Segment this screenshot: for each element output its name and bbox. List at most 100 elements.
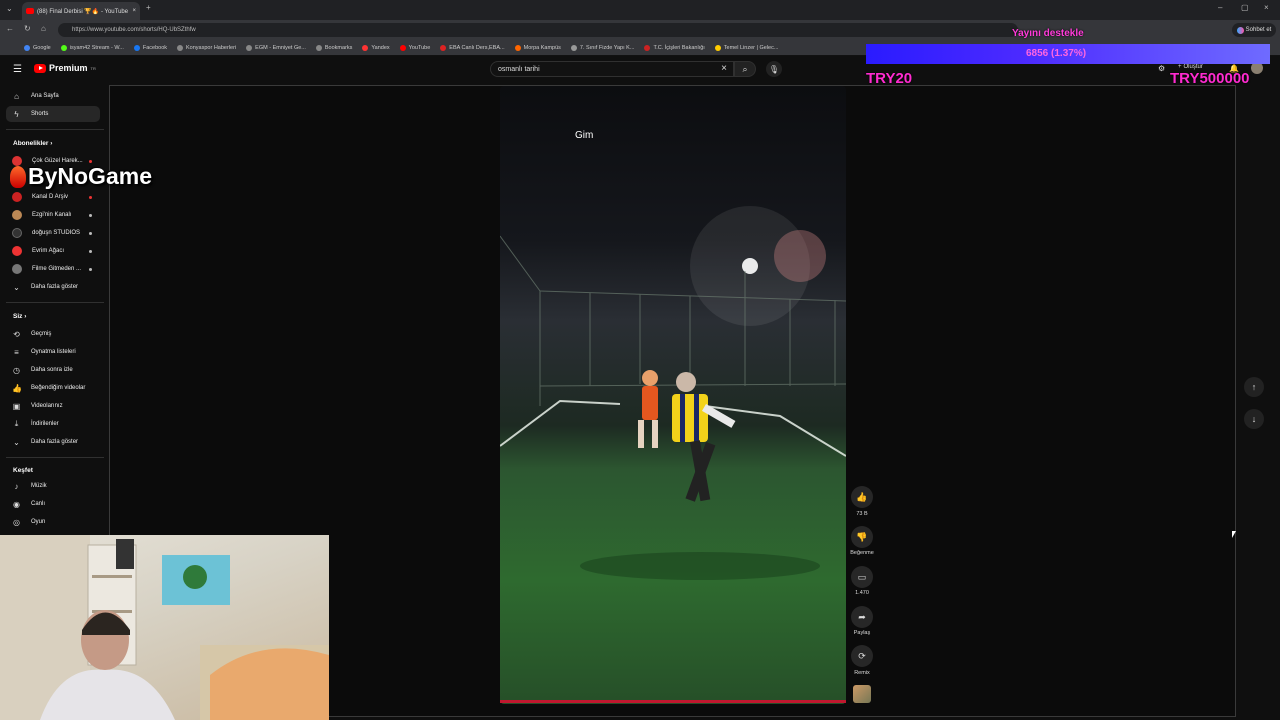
- sidebar-item-watch-later[interactable]: ◷ Daha sonra izle: [6, 362, 100, 378]
- clear-search-icon[interactable]: ×: [721, 63, 727, 74]
- subscription-item[interactable]: Evrim Ağacı: [6, 243, 100, 259]
- home-browser-icon[interactable]: ⌂: [41, 24, 46, 33]
- subscription-item[interactable]: Filme Gitmeden ...: [6, 261, 100, 277]
- video-progress-bar[interactable]: [500, 700, 846, 703]
- bookmark-item[interactable]: isyam42 Stream - W...: [60, 44, 124, 51]
- bookmark-item[interactable]: T.C. İçişleri Bakanlığı: [644, 44, 705, 51]
- bookmark-item[interactable]: 7. Sınıf Fizde Yapı K...: [570, 44, 634, 51]
- microphone-icon: 🎙: [768, 64, 780, 74]
- comment-count: 1.470: [855, 590, 869, 596]
- chevron-down-icon: ⌄: [13, 437, 20, 447]
- settings-icon[interactable]: ⚙: [1158, 64, 1165, 73]
- bookmark-item[interactable]: YouTube: [399, 44, 430, 51]
- bookmark-item[interactable]: Konyaspor Haberleri: [177, 44, 236, 51]
- like-count: 73 B: [856, 511, 868, 517]
- search-input[interactable]: osmanlı tarihi ×: [490, 61, 734, 77]
- sidebar-item-your-videos[interactable]: ▣ Videolarınız: [6, 398, 100, 414]
- explore-header: Keşfet: [13, 467, 33, 474]
- webcam-scene: [0, 535, 329, 720]
- country-badge: TR: [90, 65, 96, 71]
- sidebar-item-live[interactable]: ◉ Canlı: [6, 496, 100, 512]
- folder-icon: [315, 44, 322, 51]
- chat-button[interactable]: Sohbet et: [1232, 23, 1276, 37]
- subscription-item[interactable]: doğuşn STUDIOS: [6, 225, 100, 241]
- remix-icon: ⟳: [858, 650, 866, 661]
- show-more-you[interactable]: ⌄ Daha fazla göster: [6, 434, 100, 450]
- maximize-icon[interactable]: ▢: [1241, 3, 1249, 12]
- close-window-icon[interactable]: ×: [1264, 3, 1269, 12]
- new-content-dot: [89, 249, 92, 253]
- show-more-subscriptions[interactable]: ⌄ Daha fazla göster: [6, 279, 100, 295]
- sidebar-item-music[interactable]: ♪ Müzik: [6, 478, 100, 494]
- share-button[interactable]: ➦: [851, 606, 873, 628]
- short-video-player[interactable]: [500, 86, 846, 704]
- menu-icon[interactable]: ☰: [13, 64, 22, 75]
- player-yellow: [672, 372, 736, 502]
- globe-icon: [177, 44, 184, 51]
- sidebar-item-gaming[interactable]: ◎ Oyun: [6, 514, 100, 530]
- bookmark-item[interactable]: Yandex: [362, 44, 390, 51]
- next-short-button[interactable]: ↓: [1244, 409, 1264, 429]
- music-icon: ♪: [14, 481, 19, 491]
- channel-avatar: [12, 192, 22, 202]
- url-field[interactable]: https://www.youtube.com/shorts/HQ-UbSZth…: [58, 23, 1018, 37]
- dislike-button[interactable]: 👎: [851, 526, 873, 548]
- sidebar-item-shorts[interactable]: ϟ Shorts: [6, 106, 100, 122]
- new-tab-icon[interactable]: +: [146, 3, 151, 12]
- player-red: [638, 370, 658, 448]
- liked-videos-icon: 👍: [12, 383, 22, 393]
- mouse-cursor-icon: [1232, 531, 1236, 538]
- remix-button[interactable]: ⟳: [851, 645, 873, 667]
- tab-close-icon[interactable]: ×: [132, 8, 136, 14]
- back-icon[interactable]: ←: [6, 24, 14, 33]
- tab-search-icon[interactable]: ⌄: [6, 4, 13, 13]
- you-header[interactable]: Siz ›: [13, 313, 26, 320]
- share-label: Paylaş: [853, 630, 871, 636]
- bookmark-item[interactable]: Google: [24, 44, 51, 51]
- sidebar-item-playlists[interactable]: ≡ Oynatma listeleri: [6, 344, 100, 360]
- live-dot: [89, 195, 92, 199]
- sidebar-item-downloads[interactable]: ⤓ İndirilenler: [6, 416, 100, 432]
- short-caption: Gim: [575, 130, 594, 141]
- browser-tab[interactable]: (88) Final Derbisi 🏆🔥 - YouTube ×: [22, 2, 140, 20]
- watermark-text: ByNoGame: [28, 163, 152, 189]
- youtube-play-icon: [34, 63, 46, 73]
- subscription-item[interactable]: Kanal D Arşiv: [6, 189, 100, 205]
- sidebar-item-history[interactable]: ⟲ Geçmiş: [6, 326, 100, 342]
- globe-icon: [570, 44, 577, 51]
- new-content-dot: [89, 231, 92, 235]
- voice-search-button[interactable]: 🎙: [766, 61, 782, 77]
- sound-thumbnail[interactable]: [853, 685, 871, 703]
- football-scene: [500, 206, 846, 580]
- reload-icon[interactable]: ↻: [24, 24, 31, 33]
- subscription-item[interactable]: Ezgi'nin Kanalı: [6, 207, 100, 223]
- facebook-icon: [133, 44, 140, 51]
- bookmark-folder[interactable]: Bookmarks: [315, 44, 352, 51]
- bookmark-item[interactable]: Temel Linzer | Gelec...: [714, 44, 778, 51]
- comments-button[interactable]: ▭: [851, 566, 873, 588]
- previous-short-button[interactable]: ↑: [1244, 377, 1264, 397]
- divider: [6, 457, 104, 458]
- like-button[interactable]: 👍: [851, 486, 873, 508]
- channel-avatar: [12, 210, 22, 220]
- search-button[interactable]: ⌕: [734, 61, 756, 77]
- bookmark-item[interactable]: Facebook: [133, 44, 167, 51]
- bookmark-item[interactable]: EBA Canlı Ders,EBA...: [440, 44, 505, 51]
- donation-amount: 6856 (1.37%): [1026, 48, 1087, 59]
- shorts-icon: ϟ: [14, 109, 19, 119]
- home-icon: ⌂: [14, 91, 19, 101]
- youtube-logo[interactable]: Premium TR: [34, 63, 96, 73]
- subscriptions-header[interactable]: Abonelikler ›: [13, 140, 52, 147]
- sidebar: ⌂ Ana Sayfa ϟ Shorts Abonelikler › Çok Güz…: [0, 85, 108, 535]
- bookmark-item[interactable]: EGM - Emniyet Ge...: [246, 44, 306, 51]
- minimize-icon[interactable]: –: [1218, 3, 1222, 12]
- sidebar-item-home[interactable]: ⌂ Ana Sayfa: [6, 88, 100, 104]
- goal-min: TRY20: [866, 70, 913, 87]
- new-content-dot: [89, 267, 92, 271]
- channel-avatar: [12, 228, 22, 238]
- youtube-favicon-icon: [26, 8, 34, 14]
- sidebar-item-liked[interactable]: 👍 Beğendiğim videolar: [6, 380, 100, 396]
- bookmark-item[interactable]: Morpa Kampüs: [514, 44, 561, 51]
- tab-title: (88) Final Derbisi 🏆🔥 - YouTube: [37, 8, 129, 15]
- ministry-icon: [644, 44, 651, 51]
